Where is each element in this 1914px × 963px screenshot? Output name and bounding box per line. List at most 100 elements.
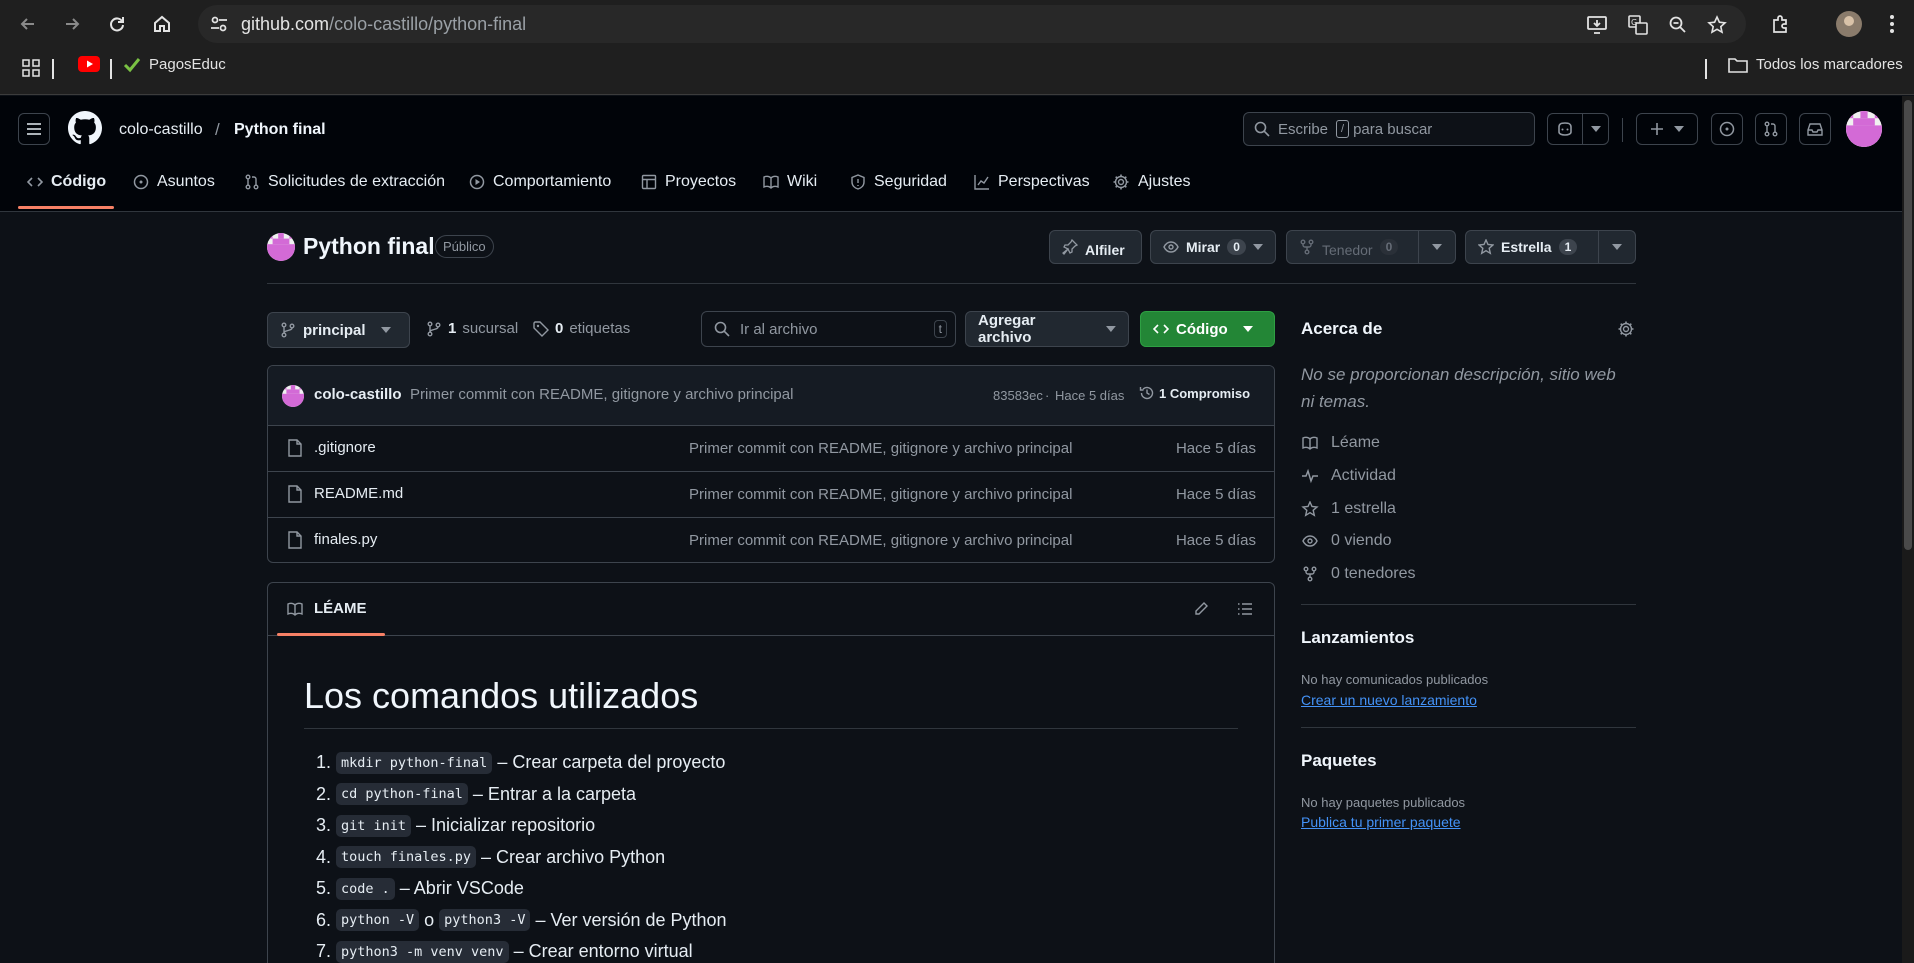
commit-author[interactable]: colo-castillo bbox=[314, 386, 402, 403]
pin-button[interactable]: Alfiler bbox=[1049, 230, 1142, 264]
translate-icon[interactable]: G bbox=[1625, 12, 1651, 38]
bookmark-pagoseduc[interactable]: PagosEduc bbox=[123, 56, 226, 73]
file-name[interactable]: README.md bbox=[314, 485, 403, 502]
user-avatar[interactable] bbox=[1846, 111, 1882, 147]
reload-button[interactable] bbox=[101, 8, 133, 40]
global-menu-button[interactable] bbox=[18, 113, 50, 145]
create-new-button[interactable] bbox=[1636, 113, 1698, 145]
home-button[interactable] bbox=[146, 8, 178, 40]
fork-button[interactable]: Tenedor 0 bbox=[1286, 230, 1419, 264]
releases-heading[interactable]: Lanzamientos bbox=[1301, 628, 1414, 648]
tab-code[interactable]: Código bbox=[27, 162, 106, 202]
address-bar[interactable]: github.com/colo-castillo/python-final G bbox=[198, 5, 1746, 43]
tab-settings[interactable]: Ajustes bbox=[1112, 162, 1190, 202]
tab-security[interactable]: Seguridad bbox=[850, 162, 947, 202]
url-text[interactable]: github.com/colo-castillo/python-final bbox=[241, 5, 526, 43]
outline-button[interactable] bbox=[1237, 601, 1253, 617]
file-row[interactable]: README.md Primer commit con README, giti… bbox=[268, 472, 1274, 518]
branch-selector[interactable]: principal bbox=[267, 312, 410, 348]
star-count: 1 bbox=[1558, 239, 1578, 255]
bookmark-youtube[interactable] bbox=[78, 56, 100, 72]
inbox-button[interactable] bbox=[1799, 113, 1831, 145]
file-commit-message[interactable]: Primer commit con README, gitignore y ar… bbox=[689, 532, 1072, 549]
star-icon bbox=[1301, 501, 1319, 517]
scrollbar-thumb[interactable] bbox=[1904, 100, 1912, 550]
commit-hash[interactable]: 83583ec bbox=[993, 388, 1043, 403]
chevron-down-icon bbox=[380, 327, 391, 333]
all-bookmarks-button[interactable]: Todos los marcadores bbox=[1728, 56, 1903, 73]
shield-icon bbox=[851, 174, 865, 190]
readme-tab[interactable]: LÉAME bbox=[286, 600, 367, 617]
file-icon bbox=[288, 531, 302, 549]
packages-heading[interactable]: Paquetes bbox=[1301, 751, 1377, 771]
forward-button[interactable] bbox=[56, 8, 88, 40]
tab-projects[interactable]: Proyectos bbox=[641, 162, 736, 202]
extensions-button[interactable] bbox=[1765, 8, 1797, 40]
file-list: colo-castillo Primer commit con README, … bbox=[267, 365, 1275, 563]
repo-owner-link[interactable]: colo-castillo bbox=[119, 121, 203, 139]
file-commit-message[interactable]: Primer commit con README, gitignore y ar… bbox=[689, 440, 1072, 457]
tab-pull-requests[interactable]: Solicitudes de extracción bbox=[244, 162, 445, 202]
commit-author-avatar[interactable] bbox=[282, 385, 304, 407]
code-dropdown-button[interactable]: Código bbox=[1140, 311, 1275, 347]
sidebar-item-forks[interactable]: 0 tenedores bbox=[1301, 565, 1416, 583]
list-item: 7. python3 -m venv venv – Crear entorno vi… bbox=[316, 940, 693, 963]
install-app-icon[interactable] bbox=[1584, 12, 1610, 38]
list-item: 6. python -V o python3 -V – Ver versión de P… bbox=[316, 909, 727, 932]
github-logo-icon[interactable] bbox=[68, 111, 102, 145]
commit-message[interactable]: Primer commit con README, gitignore y ar… bbox=[410, 386, 793, 403]
checkmark-icon bbox=[123, 57, 141, 72]
sidebar-item-stars[interactable]: 1 estrella bbox=[1301, 500, 1396, 518]
heading-divider bbox=[304, 728, 1238, 729]
star-button[interactable]: Estrella 1 bbox=[1465, 230, 1599, 264]
graph-icon bbox=[974, 175, 989, 190]
tab-wiki[interactable]: Wiki bbox=[763, 162, 817, 202]
file-name[interactable]: .gitignore bbox=[314, 439, 376, 456]
file-row[interactable]: finales.py Primer commit con README, git… bbox=[268, 518, 1274, 562]
back-button[interactable] bbox=[12, 8, 44, 40]
tab-actions[interactable]: Comportamiento bbox=[469, 162, 611, 202]
goto-file-input[interactable]: Ir al archivo t bbox=[701, 311, 956, 347]
sidebar-item-watchers[interactable]: 0 viendo bbox=[1301, 532, 1392, 550]
search-input[interactable]: Escribe / para buscar bbox=[1243, 112, 1535, 146]
repo-name-link[interactable]: Python final bbox=[234, 121, 326, 139]
page-scrollbar[interactable] bbox=[1902, 96, 1914, 963]
about-heading: Acerca de bbox=[1301, 319, 1383, 338]
star-dropdown-button[interactable] bbox=[1598, 230, 1636, 264]
fork-icon bbox=[1300, 239, 1314, 255]
chevron-down-icon bbox=[1242, 326, 1253, 332]
issues-button[interactable] bbox=[1711, 113, 1743, 145]
commit-history-link[interactable]: 1 Compromiso bbox=[1139, 385, 1250, 401]
commit-dot: · bbox=[1045, 388, 1050, 403]
profile-avatar[interactable] bbox=[1836, 11, 1862, 37]
book-icon bbox=[763, 175, 779, 189]
file-row[interactable]: .gitignore Primer commit con README, git… bbox=[268, 426, 1274, 472]
about-settings-button[interactable] bbox=[1617, 320, 1635, 338]
sidebar-item-activity[interactable]: Actividad bbox=[1301, 467, 1396, 485]
branches-link[interactable]: 1 sucursal bbox=[426, 320, 518, 337]
list-item: 4. touch finales.py – Crear archivo Python bbox=[316, 846, 666, 869]
tab-insights[interactable]: Perspectivas bbox=[974, 162, 1090, 202]
apps-grid-icon[interactable] bbox=[22, 59, 40, 77]
sidebar-item-readme[interactable]: Léame bbox=[1301, 434, 1380, 452]
tab-issues[interactable]: Asuntos bbox=[133, 162, 215, 202]
copilot-button[interactable] bbox=[1547, 113, 1609, 145]
bookmark-star-icon[interactable] bbox=[1704, 12, 1730, 38]
browser-menu-button[interactable] bbox=[1880, 8, 1904, 40]
pull-requests-button[interactable] bbox=[1755, 113, 1787, 145]
breadcrumb-separator: / bbox=[215, 120, 220, 139]
file-date: Hace 5 días bbox=[1175, 440, 1256, 457]
edit-readme-button[interactable] bbox=[1193, 601, 1209, 617]
gear-icon bbox=[1113, 174, 1129, 190]
file-commit-message[interactable]: Primer commit con README, gitignore y ar… bbox=[689, 486, 1072, 503]
add-file-button[interactable]: Agregar archivo bbox=[965, 311, 1129, 347]
readme-panel: LÉAME Los comandos utilizados 1. mkdir py… bbox=[267, 582, 1275, 963]
tags-link[interactable]: 0 etiquetas bbox=[533, 320, 630, 337]
file-name[interactable]: finales.py bbox=[314, 531, 377, 548]
watch-button[interactable]: Mirar 0 bbox=[1150, 230, 1276, 264]
site-info-icon[interactable] bbox=[208, 13, 230, 35]
zoom-icon[interactable] bbox=[1665, 12, 1691, 38]
publish-package-link[interactable]: Publica tu primer paquete bbox=[1301, 814, 1461, 830]
create-release-link[interactable]: Crear un nuevo lanzamiento bbox=[1301, 692, 1477, 708]
fork-dropdown-button[interactable] bbox=[1418, 230, 1456, 264]
